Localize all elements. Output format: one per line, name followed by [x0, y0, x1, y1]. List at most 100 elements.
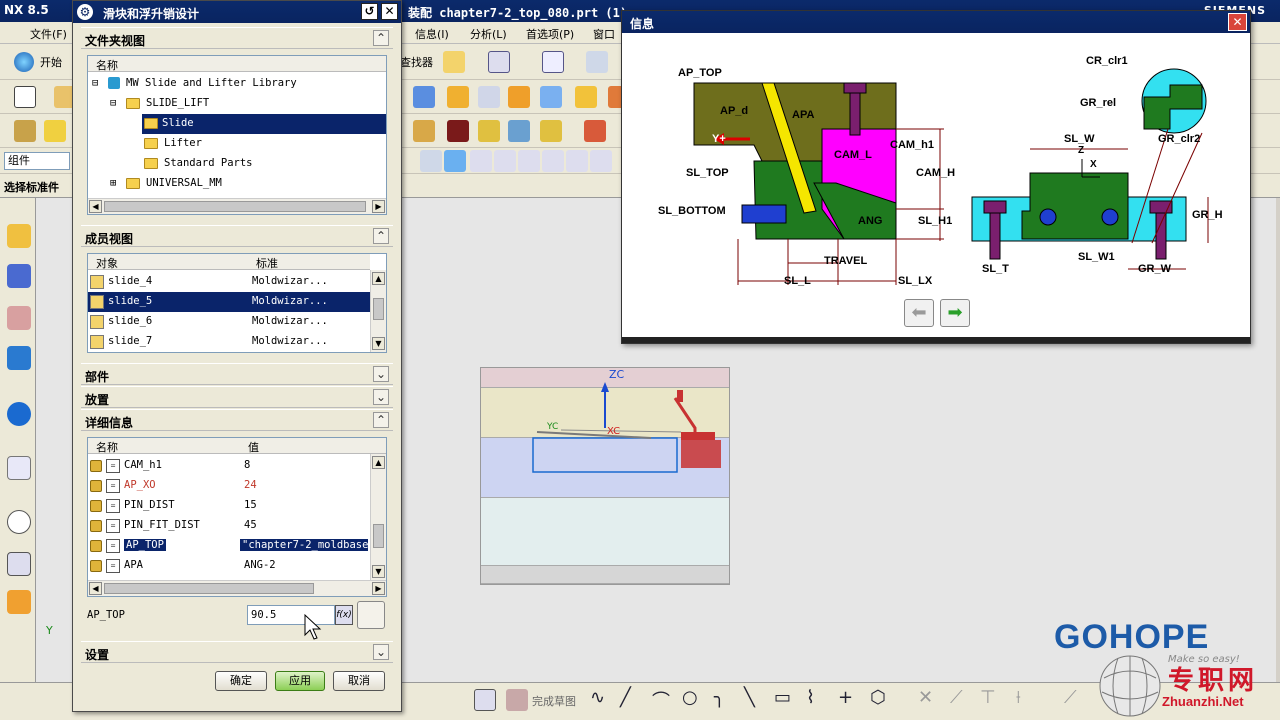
member-row[interactable]: slide_4 Moldwizar... [88, 272, 372, 292]
snap-tool-2-icon[interactable] [444, 150, 466, 172]
mold-tool-1-icon[interactable] [413, 86, 435, 108]
scroll-left-icon[interactable]: ◀ [89, 200, 102, 213]
start-menu[interactable]: 开始 [40, 54, 62, 70]
finish-sketch-icon[interactable] [506, 689, 528, 711]
chevron-down-icon[interactable]: ⌄ [373, 366, 389, 382]
reset-icon[interactable]: ↺ [361, 3, 378, 20]
menu-file[interactable]: 文件(F) [30, 26, 67, 42]
mold-tool-2-icon[interactable] [447, 86, 469, 108]
component-filter-select[interactable]: 组件 [4, 152, 70, 170]
next-arrow-icon[interactable]: ➡ [940, 299, 970, 327]
menu-analysis[interactable]: 分析(L) [470, 26, 507, 42]
snap-tool-3-icon[interactable] [470, 150, 492, 172]
mold-tool-4-icon[interactable] [508, 86, 530, 108]
circle-icon[interactable]: ○ [682, 687, 698, 708]
snap-tool-7-icon[interactable] [566, 150, 588, 172]
start-icon[interactable] [14, 52, 34, 72]
arc-icon[interactable]: ⌒ [652, 687, 670, 713]
tree-expand-icon[interactable]: ⊞ [110, 177, 116, 189]
ok-button[interactable]: 确定 [215, 671, 267, 691]
chamfer-icon[interactable]: ╲ [744, 687, 755, 708]
polygon-icon[interactable]: ⌇ [806, 687, 815, 708]
details-list-vscroll[interactable]: ▲ ▼ [370, 454, 386, 580]
scroll-thumb[interactable] [373, 524, 384, 548]
roles-icon[interactable] [7, 590, 31, 614]
menu-window[interactable]: 窗口 [593, 26, 615, 42]
mold-tool-11-icon[interactable] [508, 120, 530, 142]
mold-tool-3-icon[interactable] [478, 86, 500, 108]
part-navigator-icon[interactable] [7, 306, 31, 330]
finish-sketch-label[interactable]: 完成草图 [532, 693, 576, 709]
info-tool-icon[interactable] [488, 51, 510, 73]
tree-collapse-icon[interactable]: ⊟ [110, 97, 116, 109]
member-row[interactable]: slide_6 Moldwizar... [88, 312, 372, 332]
folder-tree[interactable]: 名称 ⊟ MW Slide and Lifter Library ⊟ SLIDE… [87, 55, 387, 215]
rectangle-icon[interactable]: ▭ [774, 687, 791, 708]
mold-tool-6-icon[interactable] [575, 86, 597, 108]
details-header[interactable]: 详细信息 ⌃ [81, 409, 393, 431]
clock-icon[interactable] [7, 510, 31, 534]
snap-tool-4-icon[interactable] [494, 150, 516, 172]
mold-tool-5-icon[interactable] [540, 86, 562, 108]
chevron-down-icon[interactable]: ⌄ [373, 389, 389, 405]
finder-label[interactable]: 查找器 [400, 54, 433, 70]
details-row[interactable]: = CAM_h1 8 [88, 456, 372, 476]
member-list[interactable]: 对象 标准 slide_4 Moldwizar... slide_5 Moldw… [87, 253, 387, 353]
assembly-icon[interactable] [14, 120, 36, 142]
details-list-hscroll[interactable]: ◀ ▶ [88, 580, 386, 596]
menu-preferences[interactable]: 首选项(P) [526, 26, 574, 42]
details-row[interactable]: = PIN_DIST 15 [88, 496, 372, 516]
scroll-thumb[interactable] [373, 298, 384, 320]
folder-view-header[interactable]: 文件夹视图 ⌃ [81, 27, 393, 49]
history-icon[interactable] [7, 456, 31, 480]
snap-tool-6-icon[interactable] [542, 150, 564, 172]
member-list-vscroll[interactable]: ▲ ▼ [370, 270, 386, 352]
scroll-thumb[interactable] [104, 201, 366, 212]
details-row[interactable]: = APA ANG-2 [88, 556, 372, 576]
gear-icon[interactable]: ⚙ [77, 4, 93, 20]
scroll-up-icon[interactable]: ▲ [372, 456, 385, 469]
trim-icon[interactable]: ✕ [918, 687, 933, 708]
point-icon[interactable]: + [838, 687, 853, 708]
constraint-icon[interactable]: ⟋ [1064, 687, 1077, 708]
snap-tool-8-icon[interactable] [590, 150, 612, 172]
chevron-down-icon[interactable]: ⌄ [373, 644, 389, 660]
scroll-left-icon[interactable]: ◀ [89, 582, 102, 595]
snap-tool-1-icon[interactable] [420, 150, 442, 172]
mold-assembly-view[interactable]: ZC XC YC [480, 367, 730, 585]
system-materials-icon[interactable] [7, 552, 31, 576]
previous-arrow-icon[interactable]: ⬅ [904, 299, 934, 327]
mold-tool-8-icon[interactable] [413, 120, 435, 142]
offset-icon[interactable]: ⬡ [870, 687, 886, 708]
selection-icon[interactable] [443, 51, 465, 73]
tree-collapse-icon[interactable]: ⊟ [92, 77, 98, 89]
member-row-selected[interactable]: slide_5 Moldwizar... [88, 292, 372, 312]
web-browser-icon[interactable] [7, 402, 31, 426]
details-row-selected[interactable]: = AP_TOP "chapter7-2_moldbase [88, 536, 372, 556]
scroll-thumb[interactable] [104, 583, 314, 594]
check-icon[interactable] [44, 120, 66, 142]
menu-info[interactable]: 信息(I) [415, 26, 449, 42]
close-icon[interactable]: ✕ [1228, 13, 1247, 31]
mirror-icon[interactable]: ⟊ [1016, 687, 1021, 708]
profile-icon[interactable]: ∿ [590, 687, 605, 708]
details-row[interactable]: = AP_XO 24 [88, 476, 372, 496]
assembly-navigator-icon[interactable] [7, 224, 31, 248]
chevron-up-icon[interactable]: ⌃ [373, 228, 389, 244]
member-row[interactable]: slide_7 Moldwizar... [88, 332, 372, 352]
chevron-up-icon[interactable]: ⌃ [373, 412, 389, 428]
scroll-right-icon[interactable]: ▶ [372, 582, 385, 595]
settings-header[interactable]: 设置 ⌄ [81, 641, 393, 663]
close-icon[interactable]: ✕ [381, 3, 398, 20]
details-list[interactable]: 名称 值 = CAM_h1 8 = AP_XO 24 = PIN_DIST 15… [87, 437, 387, 597]
mold-tool-10-icon[interactable] [478, 120, 500, 142]
tree-node-slide[interactable]: Slide [142, 114, 386, 134]
apply-button[interactable]: 应用 [275, 671, 325, 691]
orient-view-icon[interactable] [586, 51, 608, 73]
fit-view-icon[interactable] [542, 51, 564, 73]
formula-icon[interactable]: f(x) [335, 605, 353, 625]
folder-tree-hscroll[interactable]: ◀ ▶ [88, 198, 386, 214]
scroll-down-icon[interactable]: ▼ [372, 337, 385, 350]
member-view-header[interactable]: 成员视图 ⌃ [81, 225, 393, 247]
mold-tool-13-icon[interactable] [584, 120, 606, 142]
